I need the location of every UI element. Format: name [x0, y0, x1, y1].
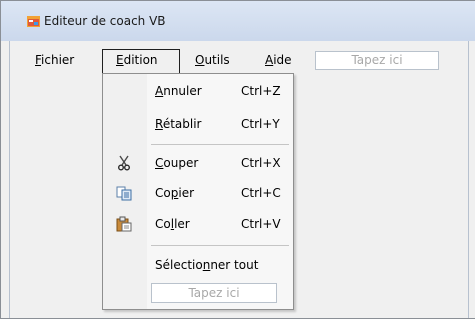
menu-edition[interactable]: Edition [116, 52, 158, 68]
copy-icon [116, 186, 132, 201]
menu-item-shortcut: Ctrl+Y [241, 117, 280, 131]
menu-aide[interactable]: Aide [265, 52, 292, 68]
menu-item-label: Couper [155, 156, 199, 170]
form-icon [27, 16, 40, 27]
menu-type-here-box[interactable]: Tapez ici [151, 283, 277, 303]
menu-item-shortcut: Ctrl+Z [241, 84, 281, 98]
menu-item-label: Copier [155, 186, 195, 200]
menu-outils[interactable]: Outils [195, 52, 230, 68]
menu-item-shortcut: Ctrl+V [241, 217, 281, 231]
menu-item-shortcut: Ctrl+X [241, 156, 281, 170]
menu-item-label: Coller [155, 217, 190, 231]
menu-item-label: Annuler [155, 84, 202, 98]
window-title: Editeur de coach VB [44, 14, 166, 28]
menu-item-annuler[interactable]: Annuler Ctrl+Z [103, 80, 293, 104]
menu-item-couper[interactable]: Couper Ctrl+X [103, 152, 293, 176]
menu-item-shortcut: Ctrl+C [241, 186, 281, 200]
menu-item-retablir[interactable]: Rétablir Ctrl+Y [103, 113, 293, 137]
paste-icon [116, 216, 132, 232]
menu-item-selectionner-tout[interactable]: Sélectionner tout [103, 254, 293, 278]
edition-dropdown-menu: Annuler Ctrl+Z Rétablir Ctrl+Y Couper Ct… [102, 73, 294, 310]
menubar-type-here-box[interactable]: Tapez ici [315, 51, 439, 70]
menu-item-label: Rétablir [155, 117, 202, 131]
menu-item-coller[interactable]: Coller Ctrl+V [103, 213, 293, 237]
menu-separator [151, 245, 289, 246]
title-bar[interactable]: Editeur de coach VB [1, 1, 475, 41]
menu-separator [151, 144, 289, 145]
scissors-icon [118, 155, 130, 171]
menu-item-label: Sélectionner tout [155, 258, 259, 272]
menu-fichier[interactable]: Fichier [35, 52, 74, 68]
menu-item-copier[interactable]: Copier Ctrl+C [103, 182, 293, 206]
